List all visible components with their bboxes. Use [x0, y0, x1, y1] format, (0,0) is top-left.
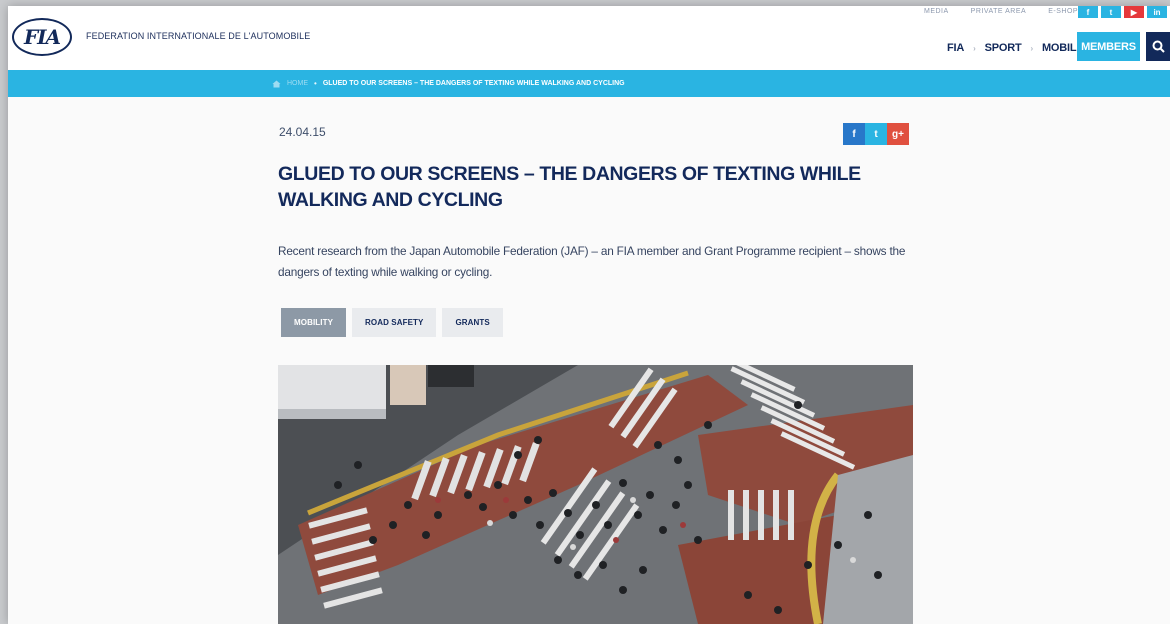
search-button[interactable] [1146, 32, 1170, 61]
members-button[interactable]: MEMBERS [1077, 32, 1140, 61]
breadcrumb-home[interactable]: HOME [287, 80, 308, 87]
breadcrumb: HOME • GLUED TO OUR SCREENS – THE DANGER… [272, 79, 625, 88]
breadcrumb-current: GLUED TO OUR SCREENS – THE DANGERS OF TE… [322, 80, 625, 87]
share-twitter-icon[interactable]: t [865, 123, 887, 145]
nav-sport[interactable]: SPORT [983, 42, 1024, 54]
share-google-plus-icon[interactable]: g+ [887, 123, 909, 145]
article-tags: MOBILITY ROAD SAFETY GRANTS [281, 308, 503, 337]
site-header: FIA FEDERATION INTERNATIONALE DE L'AUTOM… [8, 6, 1170, 70]
share-buttons: f t g+ [843, 123, 909, 145]
home-icon[interactable] [272, 80, 281, 88]
breadcrumb-separator: • [314, 79, 317, 88]
nav-separator: › [1030, 43, 1034, 53]
fia-logo[interactable]: FIA [12, 18, 72, 56]
article-title: GLUED TO OUR SCREENS – THE DANGERS OF TE… [278, 163, 861, 211]
aerial-crosswalk-photo [278, 365, 913, 624]
tag-mobility[interactable]: MOBILITY [281, 308, 347, 337]
breadcrumb-bar: HOME • GLUED TO OUR SCREENS – THE DANGER… [8, 70, 1170, 97]
article-date: 24.04.15 [279, 125, 326, 139]
logo-text: FIA [23, 25, 61, 49]
eshop-link[interactable]: E-SHOP [1048, 8, 1078, 15]
youtube-icon[interactable]: ▶ [1124, 6, 1144, 18]
article-intro: Recent research from the Japan Automobil… [278, 244, 906, 279]
private-area-link[interactable]: PRIVATE AREA [971, 8, 1027, 15]
main-nav: FIA › SPORT › MOBILITY [945, 42, 1095, 54]
share-facebook-icon[interactable]: f [843, 123, 865, 145]
browser-page: FIA FEDERATION INTERNATIONALE DE L'AUTOM… [8, 6, 1170, 624]
linkedin-icon[interactable]: in [1147, 6, 1167, 18]
organisation-name: FEDERATION INTERNATIONALE DE L'AUTOMOBIL… [86, 31, 311, 41]
tag-grants[interactable]: GRANTS [442, 308, 503, 337]
media-link[interactable]: MEDIA [924, 8, 949, 15]
facebook-icon[interactable]: f [1078, 6, 1098, 18]
nav-separator: › [973, 43, 976, 53]
nav-fia[interactable]: FIA [945, 42, 966, 54]
tag-road-safety[interactable]: ROAD SAFETY [352, 308, 437, 337]
utility-links: MEDIA PRIVATE AREA E-SHOP [924, 8, 1100, 15]
search-icon [1152, 40, 1165, 53]
hero-image [278, 365, 913, 624]
twitter-icon[interactable]: t [1101, 6, 1121, 18]
social-links: f t ▶ in [1078, 6, 1167, 18]
